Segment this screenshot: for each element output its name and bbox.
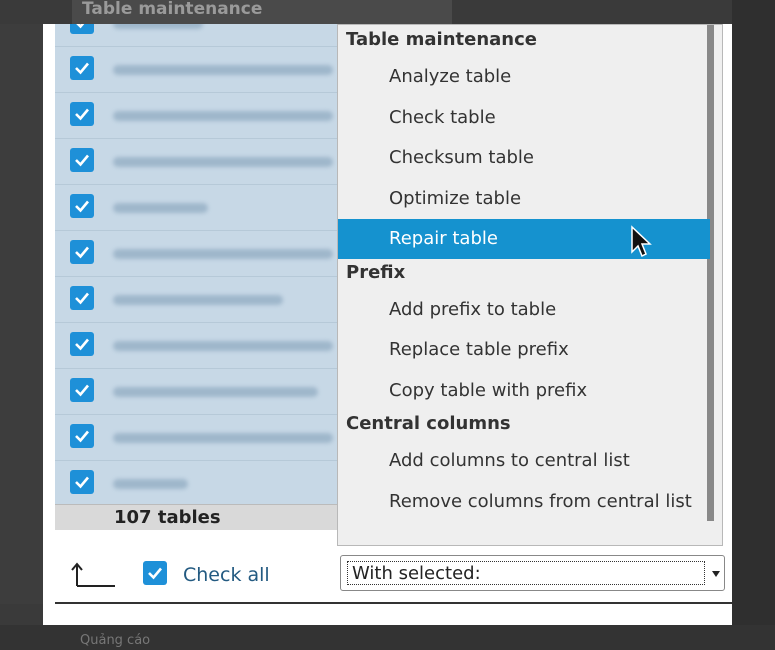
background-bottom: Quảng cáo [0,625,775,650]
table-row[interactable] [55,414,337,461]
checkmark-icon [75,292,89,305]
dropdown-option[interactable]: Repair table [338,219,710,259]
checkmark-icon [148,567,162,580]
table-row[interactable] [55,322,337,369]
with-selected-dropdown[interactable]: With selected: [340,555,725,591]
check-all-label[interactable]: Check all [183,564,270,586]
checkmark-icon [75,338,89,351]
checkmark-icon [75,62,89,75]
table-name-redacted [113,341,333,351]
chevron-down-icon [712,571,720,577]
tables-panel: 107 tables Check all With selected: Tabl… [43,24,732,625]
dropdown-option[interactable]: Add columns to central list [338,441,710,481]
table-row[interactable] [55,92,337,139]
table-name-redacted [113,249,333,259]
table-row[interactable] [55,276,337,323]
with-selected-focus-ring: With selected: [347,561,705,585]
table-name-redacted [113,111,333,121]
row-checkbox[interactable] [70,286,94,310]
table-name-redacted [113,433,333,443]
divider [55,602,732,604]
checkmark-icon [75,200,89,213]
check-all-checkbox[interactable] [143,561,167,585]
table-count-label: 107 tables [114,507,221,528]
table-rows [55,24,337,507]
dropdown-option[interactable]: Optimize table [338,179,710,219]
arrow-up-left-icon [71,562,115,587]
background-right-column [732,0,775,650]
checkmark-icon [75,476,89,489]
table-row[interactable] [55,460,337,507]
row-checkbox[interactable] [70,194,94,218]
table-row[interactable] [55,184,337,231]
checkmark-icon [76,24,85,29]
row-checkbox[interactable] [70,424,94,448]
with-selected-value: With selected: [352,563,481,584]
row-checkbox[interactable] [70,56,94,80]
row-checkbox[interactable] [70,102,94,126]
dropdown-option[interactable]: Check table [338,98,710,138]
dropdown-option[interactable]: Add prefix to table [338,290,710,330]
dropdown-group-label: Table maintenance [346,29,537,50]
table-name-redacted [113,479,188,489]
table-row[interactable] [55,24,337,47]
row-checkbox[interactable] [70,148,94,172]
row-checkbox[interactable] [70,24,94,34]
checkmark-icon [75,108,89,121]
checkmark-icon [75,154,89,167]
dropdown-group-label: Central columns [346,413,511,434]
dropdown-group-label: Prefix [346,261,406,283]
table-row[interactable] [55,368,337,415]
table-row[interactable] [55,230,337,277]
table-name-redacted [113,65,333,75]
checkmark-icon [75,384,89,397]
row-checkbox[interactable] [70,332,94,356]
mouse-pointer-icon [631,225,652,258]
table-name-redacted [113,24,203,29]
dropdown-option[interactable]: Analyze table [338,57,710,97]
dropdown-option[interactable]: Copy table with prefix [338,371,710,411]
table-row[interactable] [55,46,337,93]
table-name-redacted [113,295,283,305]
background-bottom-text: Quảng cáo [80,633,151,648]
table-name-redacted [113,203,208,213]
dropdown-option[interactable]: Remove columns from central list [338,482,710,522]
background-title: Table maintenance [72,0,452,24]
row-checkbox[interactable] [70,240,94,264]
background-left-column [0,24,43,604]
with-selected-options-list: Table maintenance Analyze table Check tabl… [337,24,723,546]
dropdown-option[interactable]: Checksum table [338,138,710,178]
table-name-redacted [113,387,318,397]
table-count-footer: 107 tables [55,504,337,531]
dropdown-option[interactable]: Replace table prefix [338,330,710,370]
table-name-redacted [113,157,333,167]
checkmark-icon [75,246,89,259]
table-row[interactable] [55,138,337,185]
row-checkbox[interactable] [70,378,94,402]
row-checkbox[interactable] [70,470,94,494]
checkmark-icon [75,430,89,443]
